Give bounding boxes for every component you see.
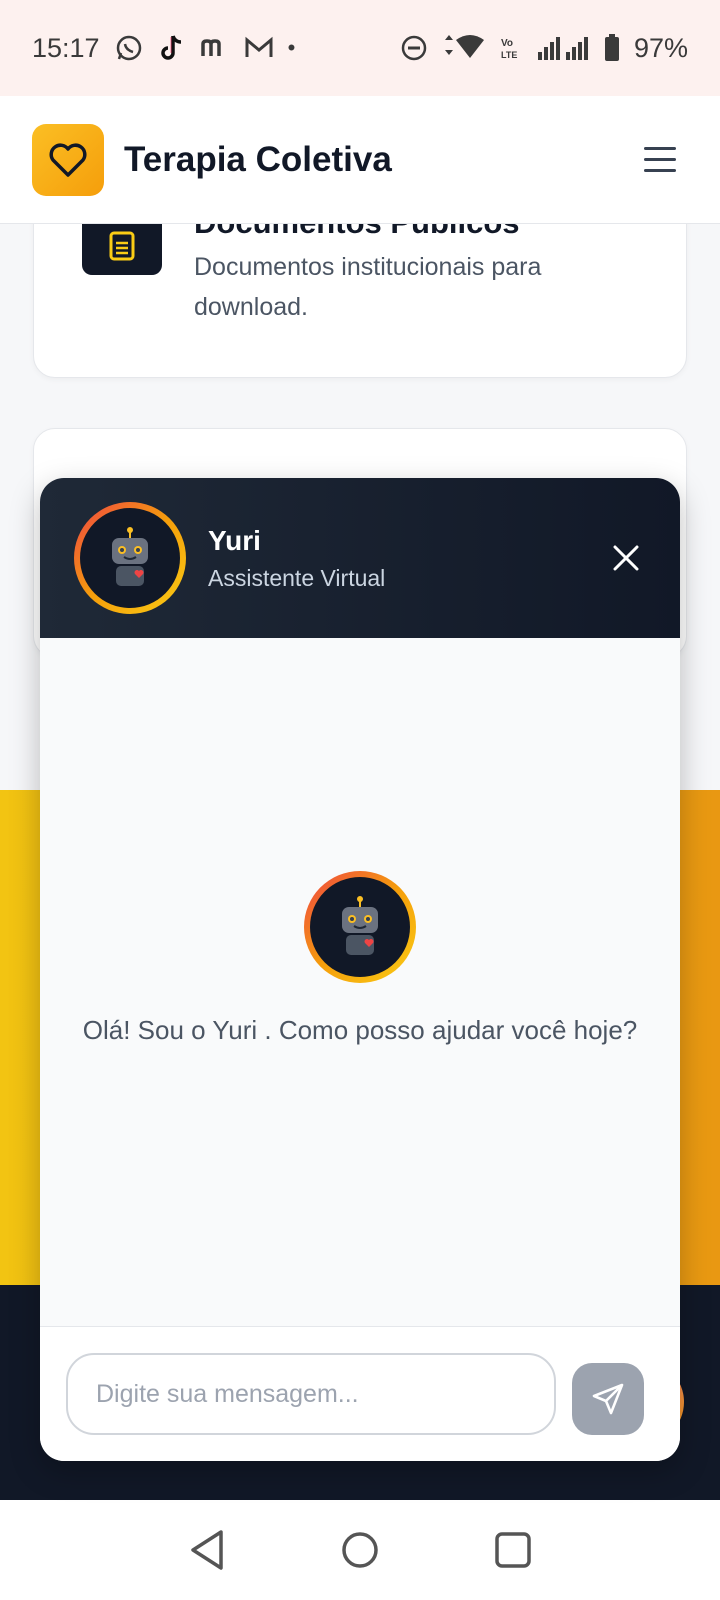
status-right: Vo LTE 97%: [400, 33, 688, 64]
app-title[interactable]: Terapia Coletiva: [124, 140, 392, 180]
document-icon: [82, 217, 162, 275]
whatsapp-icon: [114, 33, 144, 63]
back-icon[interactable]: [183, 1526, 231, 1574]
send-button[interactable]: [572, 1363, 644, 1435]
wifi-icon: [442, 34, 486, 62]
message-input[interactable]: [66, 1353, 556, 1435]
bot-info: Yuri Assistente Virtual: [208, 525, 385, 592]
send-icon: [592, 1383, 624, 1415]
welcome-message: Olá! Sou o Yuri . Como posso ajudar você…: [82, 1015, 638, 1045]
tiktok-icon: [158, 33, 186, 63]
bot-role: Assistente Virtual: [208, 564, 386, 591]
gmail-icon: [244, 36, 274, 60]
status-left: 15:17 •: [32, 33, 295, 64]
hamburger-menu-icon[interactable]: [644, 138, 688, 182]
app-header: Terapia Coletiva: [0, 96, 720, 224]
status-bar: 15:17 • Vo LTE 97%: [0, 0, 720, 96]
bot-avatar: [74, 502, 186, 614]
do-not-disturb-icon: [400, 34, 428, 62]
signal-icon: [537, 36, 590, 60]
robot-icon: [112, 527, 148, 586]
svg-text:LTE: LTE: [501, 50, 517, 60]
notification-dot-icon: •: [287, 35, 296, 60]
heart-icon: [49, 143, 87, 177]
home-icon[interactable]: [336, 1526, 384, 1574]
recents-icon[interactable]: [489, 1526, 537, 1574]
navigation-bar: [0, 1500, 720, 1600]
chat-header: Yuri Assistente Virtual: [40, 478, 680, 638]
bot-name: Yuri: [208, 524, 261, 556]
battery-icon: [604, 34, 620, 62]
volte-icon: Vo LTE: [500, 36, 524, 60]
chat-input-bar: [40, 1326, 680, 1461]
chat-panel: Yuri Assistente Virtual Olá! Sou o Yuri …: [40, 478, 680, 1461]
m-app-icon: [200, 36, 230, 60]
card-description: Documentos institucionais para download.: [194, 253, 542, 321]
welcome-bot-avatar: [304, 871, 416, 983]
robot-icon: [342, 896, 378, 955]
logo[interactable]: [32, 123, 104, 196]
close-icon[interactable]: [606, 538, 646, 578]
status-time: 15:17: [32, 32, 100, 63]
svg-text:Vo: Vo: [501, 38, 513, 49]
chat-messages: Olá! Sou o Yuri . Como posso ajudar você…: [40, 638, 680, 1326]
battery-percent: 97%: [633, 32, 688, 63]
